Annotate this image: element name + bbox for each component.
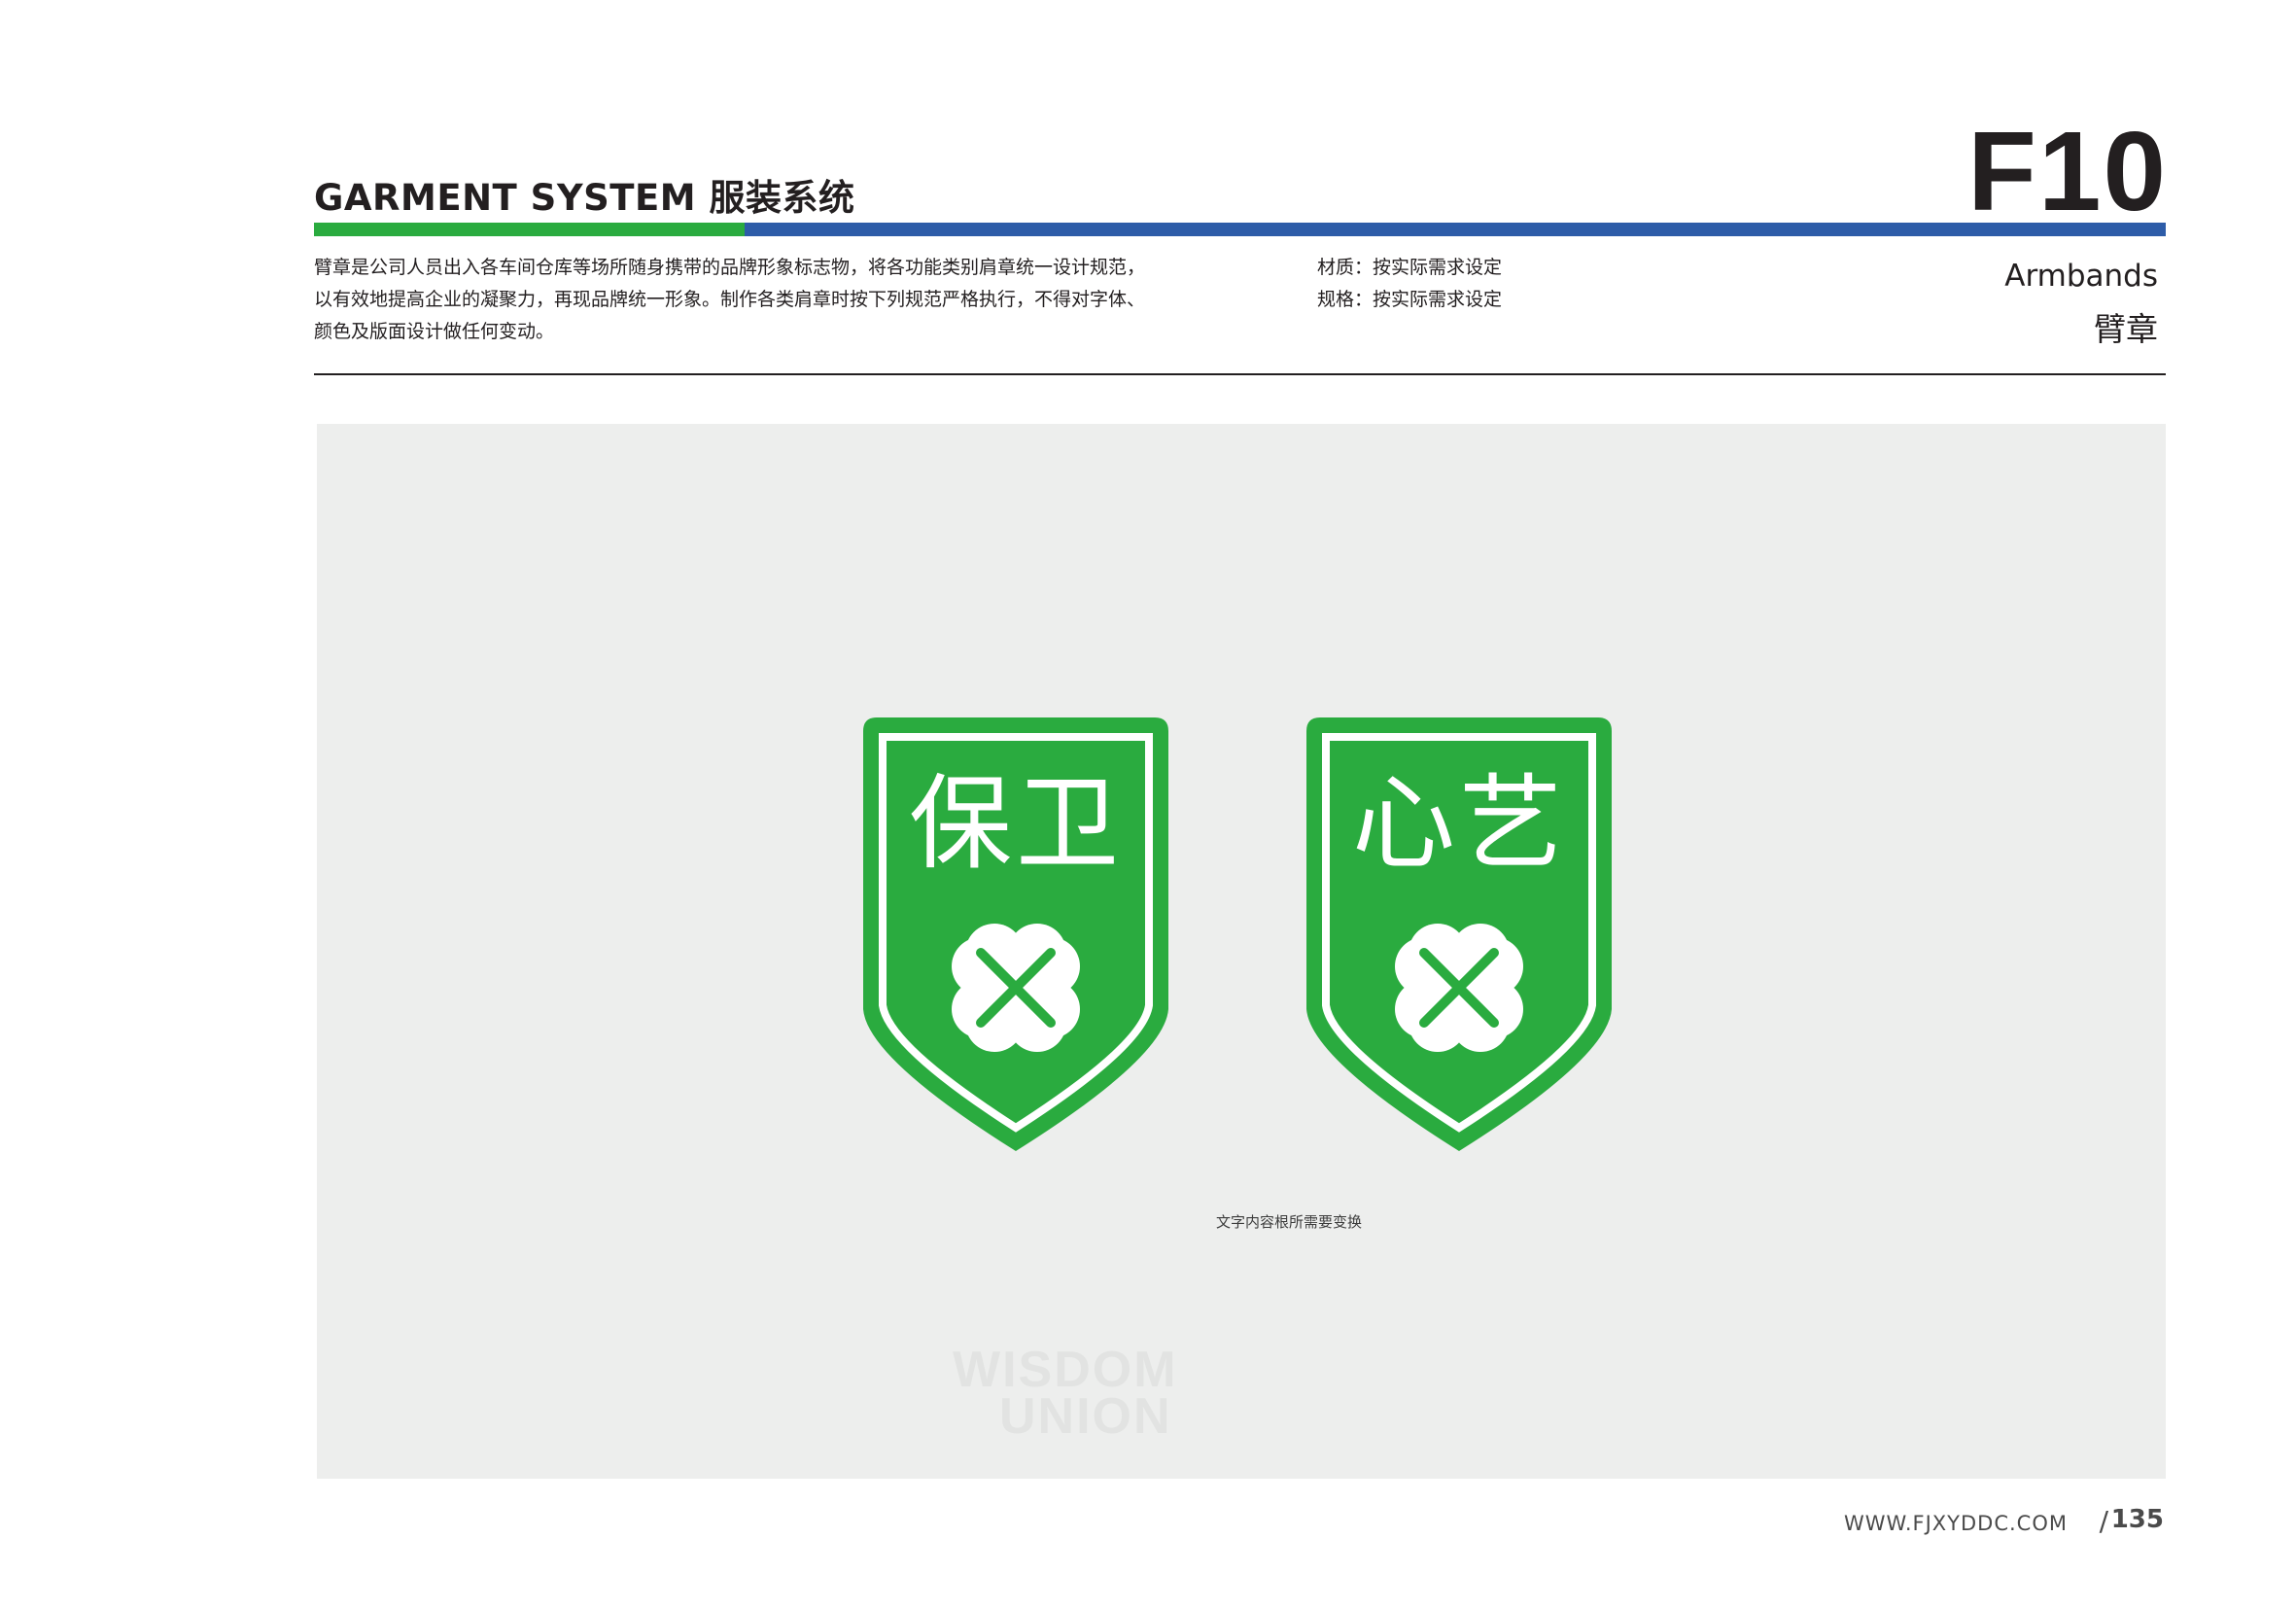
section-title: GARMENT SYSTEM 服装系统 — [314, 177, 855, 219]
header-bar-blue — [745, 223, 2166, 236]
header-divider — [314, 373, 2166, 375]
clover-logo-icon — [952, 924, 1080, 1052]
spec-block: 材质：按实际需求设定 规格：按实际需求设定 — [1317, 252, 1502, 316]
badge-label: 心艺 — [1352, 764, 1566, 884]
armband-badge: 保卫 — [863, 717, 1168, 1151]
page-code: F10 — [1967, 108, 2168, 234]
footer-slash: / — [2099, 1505, 2108, 1537]
watermark-line: WISDOM — [953, 1342, 1178, 1398]
description-line: 颜色及版面设计做任何变动。 — [314, 321, 555, 342]
spec-material: 材质：按实际需求设定 — [1317, 257, 1503, 278]
description-line: 臂章是公司人员出入各车间仓库等场所随身携带的品牌形象标志物，将各功能类别肩章统一… — [314, 257, 1146, 278]
page-number: 135 — [2110, 1505, 2164, 1534]
description: 臂章是公司人员出入各车间仓库等场所随身携带的品牌形象标志物，将各功能类别肩章统一… — [314, 252, 1189, 348]
page-title-cn: 臂章 — [2094, 310, 2158, 348]
clover-logo-icon — [1395, 924, 1523, 1052]
description-line: 以有效地提高企业的凝聚力，再现品牌统一形象。制作各类肩章时按下列规范严格执行，不… — [314, 289, 1146, 310]
artwork-panel — [317, 424, 2166, 1479]
header-bar-green — [314, 223, 745, 236]
badge-label: 保卫 — [909, 764, 1123, 884]
watermark-line: UNION — [999, 1388, 1172, 1445]
footer-url: WWW.FJXYDDC.COM — [1843, 1512, 2068, 1535]
armband-badge: 心艺 — [1306, 717, 1612, 1151]
page-title-en: Armbands — [2004, 259, 2158, 294]
caption: 文字内容根所需要变换 — [1215, 1213, 1362, 1231]
spec-size: 规格：按实际需求设定 — [1317, 289, 1503, 310]
watermark: WISDOM UNION — [953, 1342, 1178, 1445]
